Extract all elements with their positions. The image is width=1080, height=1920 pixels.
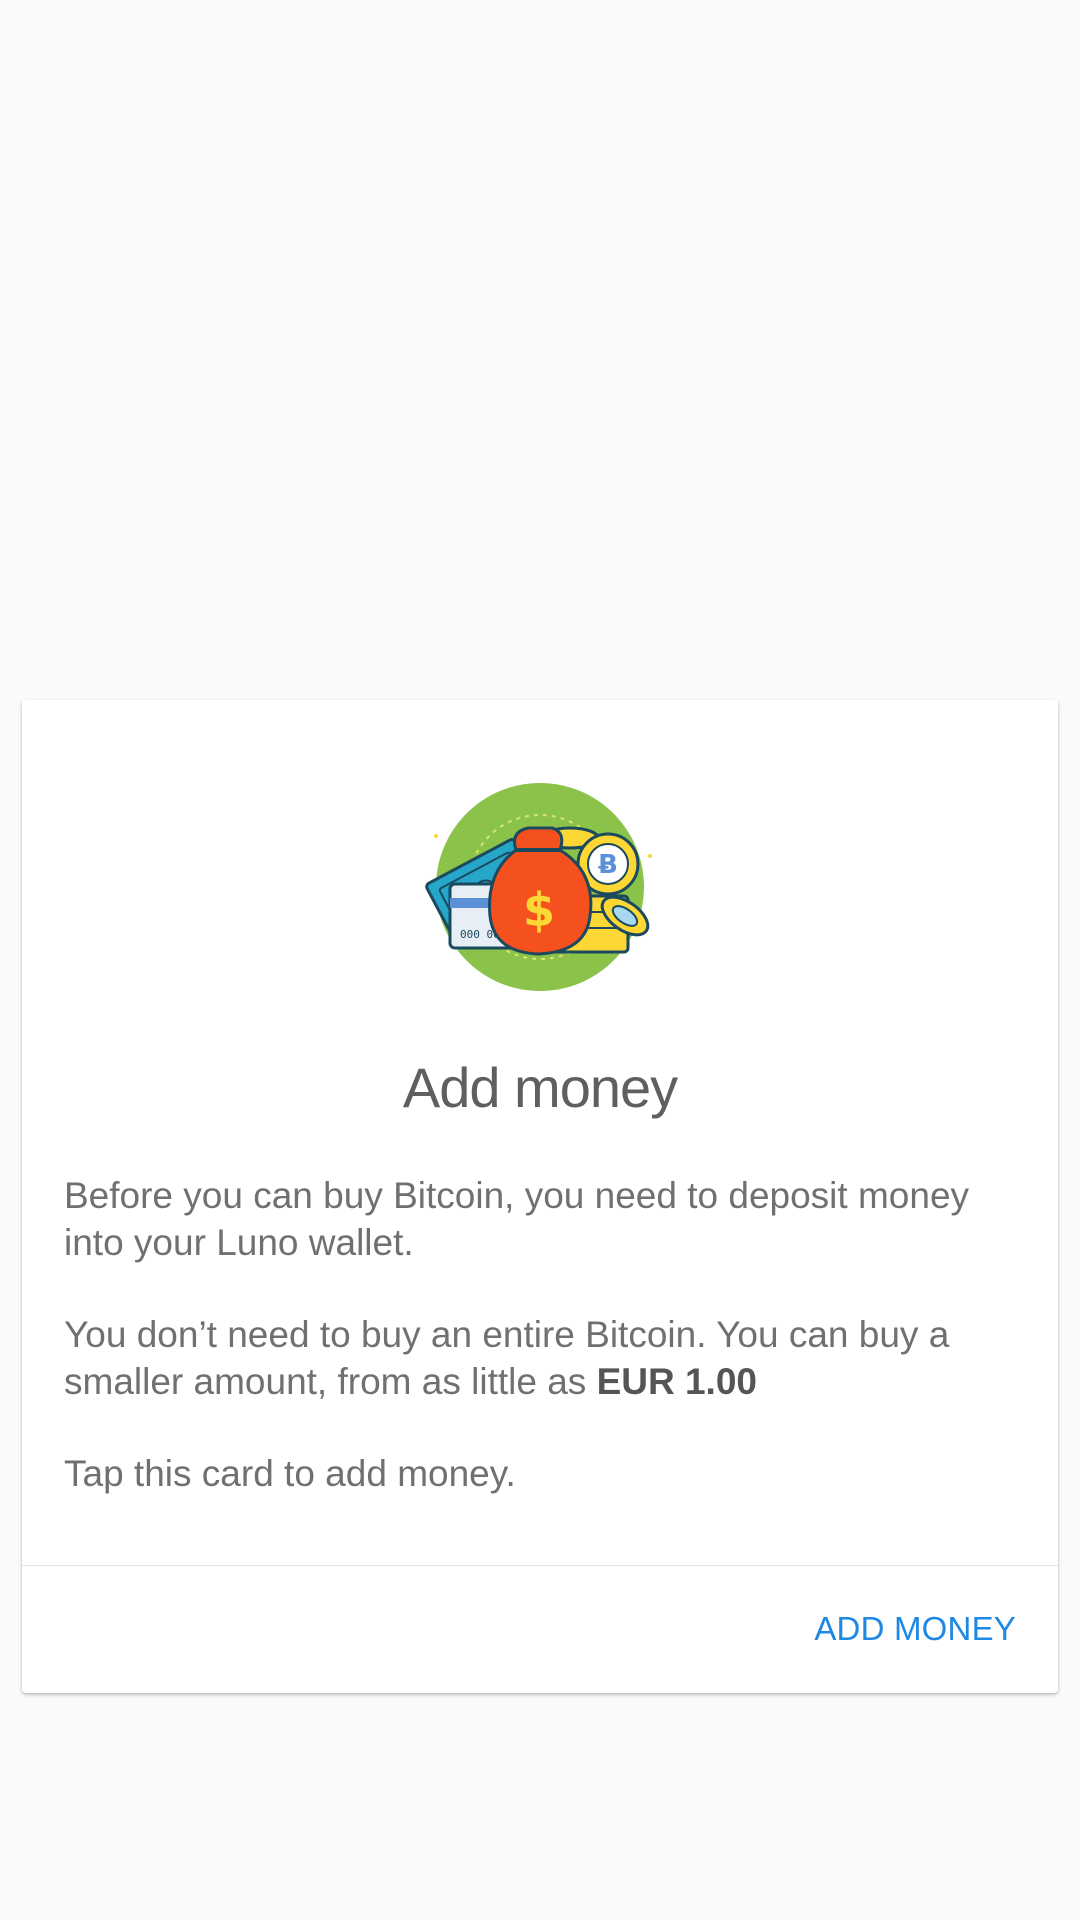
dollar-symbol: $ <box>523 883 555 937</box>
card-body: Before you can buy Bitcoin, you need to … <box>64 1172 1024 1542</box>
card-divider <box>22 1565 1058 1566</box>
money-bag-coins-illustration: 000 000 Ƀ $ <box>425 783 652 991</box>
minimum-amount-value: EUR 1.00 <box>596 1361 757 1402</box>
add-money-button[interactable]: ADD MONEY <box>814 1598 1016 1660</box>
tap-card-hint: Tap this card to add money. <box>64 1453 516 1494</box>
minimum-amount-prefix: You don’t need to buy an entire Bitcoin.… <box>64 1314 950 1402</box>
add-money-card[interactable]: 000 000 Ƀ $ Add money Before you can buy… <box>22 700 1058 1693</box>
screen: 000 000 Ƀ $ Add money Before you can buy… <box>0 0 1080 1920</box>
deposit-requirement-text: Before you can buy Bitcoin, you need to … <box>64 1175 970 1263</box>
card-title: Add money <box>402 1056 678 1119</box>
minimum-amount-text: You don’t need to buy an entire Bitcoin.… <box>64 1311 1024 1405</box>
bitcoin-symbol: Ƀ <box>598 850 618 880</box>
